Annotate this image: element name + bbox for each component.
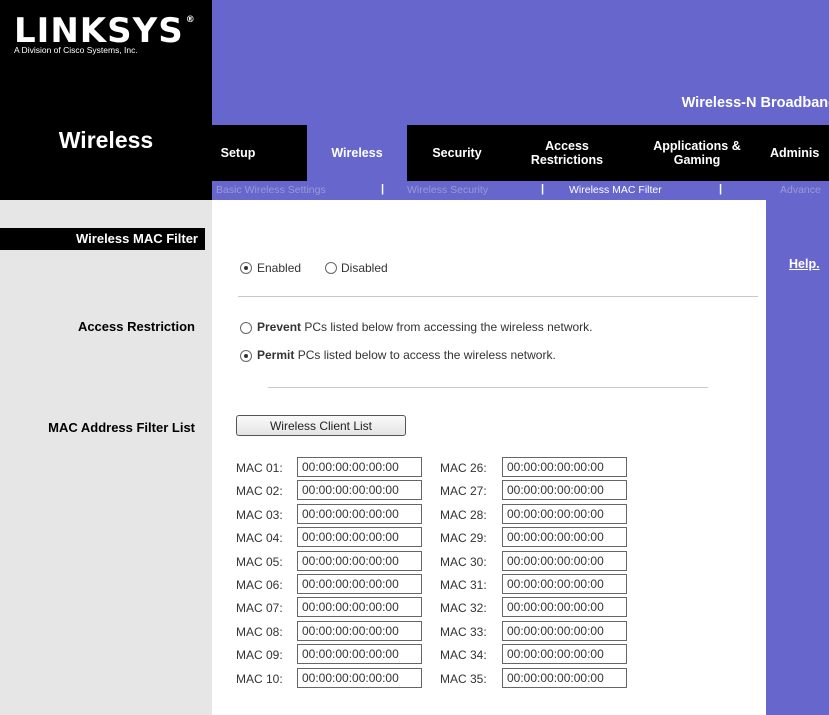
mac-address-input[interactable]: [502, 480, 627, 501]
tab-access-restrictions[interactable]: Access Restrictions: [512, 125, 622, 181]
permit-text: PCs listed below to access the wireless …: [297, 348, 556, 362]
page-section-title: Wireless: [58, 127, 154, 153]
mac-label: MAC 32:: [440, 601, 487, 616]
tab-wireless[interactable]: Wireless: [307, 125, 407, 181]
mac-address-input[interactable]: [297, 644, 422, 665]
mac-address-input[interactable]: [297, 503, 422, 524]
mac-address-input[interactable]: [297, 457, 422, 477]
mac-filter-list-label: MAC Address Filter List: [48, 420, 195, 435]
tab-administration[interactable]: Adminis: [770, 125, 829, 181]
mac-label: MAC 06:: [236, 578, 283, 592]
help-panel: [766, 200, 829, 715]
subnav-separator: |: [541, 183, 545, 195]
subnav-wireless-security[interactable]: Wireless Security: [407, 184, 488, 196]
help-link[interactable]: Help.: [789, 257, 820, 271]
mac-address-input[interactable]: [502, 620, 627, 641]
tab-security[interactable]: Security: [420, 125, 494, 181]
mac-label: MAC 27:: [440, 484, 487, 499]
mac-address-input[interactable]: [297, 527, 422, 548]
prevent-option: Prevent PCs listed below from accessing …: [257, 320, 593, 334]
prevent-text: PCs listed below from accessing the wire…: [304, 320, 593, 334]
mac-label: MAC 01:: [236, 461, 283, 475]
mac-label: MAC 33:: [440, 624, 487, 639]
mac-label: MAC 07:: [236, 601, 283, 616]
subnav-separator: |: [719, 183, 723, 195]
subnav-basic-wireless-settings[interactable]: Basic Wireless Settings: [216, 184, 326, 196]
access-restriction-label: Access Restriction: [77, 319, 195, 334]
mac-address-input[interactable]: [502, 457, 627, 477]
logo-tagline: A Division of Cisco Systems, Inc.: [14, 45, 138, 55]
prevent-radio[interactable]: [240, 322, 252, 334]
tab-applications-gaming[interactable]: Applications & Gaming: [642, 125, 752, 181]
mac-label: MAC 04:: [236, 531, 283, 546]
permit-bold: Permit: [257, 348, 295, 362]
mac-label: MAC 05:: [236, 554, 283, 569]
mac-label: MAC 26:: [440, 461, 487, 475]
enabled-label: Enabled: [257, 261, 302, 275]
mac-address-input[interactable]: [502, 503, 627, 524]
registered-mark: ®: [185, 15, 196, 25]
mac-label: MAC 34:: [440, 648, 487, 663]
mac-label: MAC 03:: [236, 507, 283, 522]
subnav-wireless-mac-filter[interactable]: Wireless MAC Filter: [569, 184, 662, 196]
mac-label: MAC 02:: [236, 484, 283, 499]
router-admin-page: LINKSYS ® A Division of Cisco Systems, In…: [0, 0, 829, 715]
mac-address-input[interactable]: [297, 574, 422, 594]
mac-label: MAC 28:: [440, 507, 487, 522]
mac-address-input[interactable]: [502, 527, 627, 548]
prevent-bold: Prevent: [257, 320, 302, 334]
wireless-client-list-button[interactable]: Wireless Client List: [236, 415, 406, 436]
mac-address-input[interactable]: [297, 550, 422, 571]
enabled-radio[interactable]: [240, 262, 252, 274]
mac-address-input[interactable]: [502, 597, 627, 618]
subnav-advanced[interactable]: Advance: [780, 184, 821, 196]
disabled-radio[interactable]: [325, 262, 337, 274]
mac-label: MAC 08:: [236, 624, 283, 639]
mac-label: MAC 09:: [236, 648, 283, 663]
permit-option: Permit PCs listed below to access the wi…: [257, 348, 556, 362]
mac-label: MAC 35:: [440, 671, 487, 686]
divider: [268, 387, 708, 388]
product-title-text: Wireless-N Broadband: [681, 95, 829, 111]
mac-label: MAC 31:: [440, 578, 487, 592]
left-label-column: [0, 200, 212, 715]
permit-radio[interactable]: [240, 350, 252, 362]
main-tabs: Setup Wireless Security Access Restricti…: [212, 125, 829, 181]
tab-setup[interactable]: Setup: [212, 125, 264, 181]
mac-label: MAC 30:: [440, 554, 487, 569]
linksys-logo: LINKSYS ®: [14, 14, 196, 48]
disabled-label: Disabled: [341, 261, 388, 275]
mac-address-input[interactable]: [297, 620, 422, 641]
left-section-title: Wireless MAC Filter: [76, 231, 198, 246]
mac-address-input[interactable]: [297, 597, 422, 618]
mac-address-input[interactable]: [297, 667, 422, 688]
divider: [238, 296, 758, 297]
subnav-separator: |: [381, 183, 385, 195]
mac-address-input[interactable]: [502, 574, 627, 594]
mac-label: MAC 10:: [236, 671, 283, 686]
mac-label: MAC 29:: [440, 531, 487, 546]
mac-address-input[interactable]: [502, 667, 627, 688]
mac-address-input[interactable]: [297, 480, 422, 501]
mac-address-input[interactable]: [502, 644, 627, 665]
mac-address-input[interactable]: [502, 550, 627, 571]
